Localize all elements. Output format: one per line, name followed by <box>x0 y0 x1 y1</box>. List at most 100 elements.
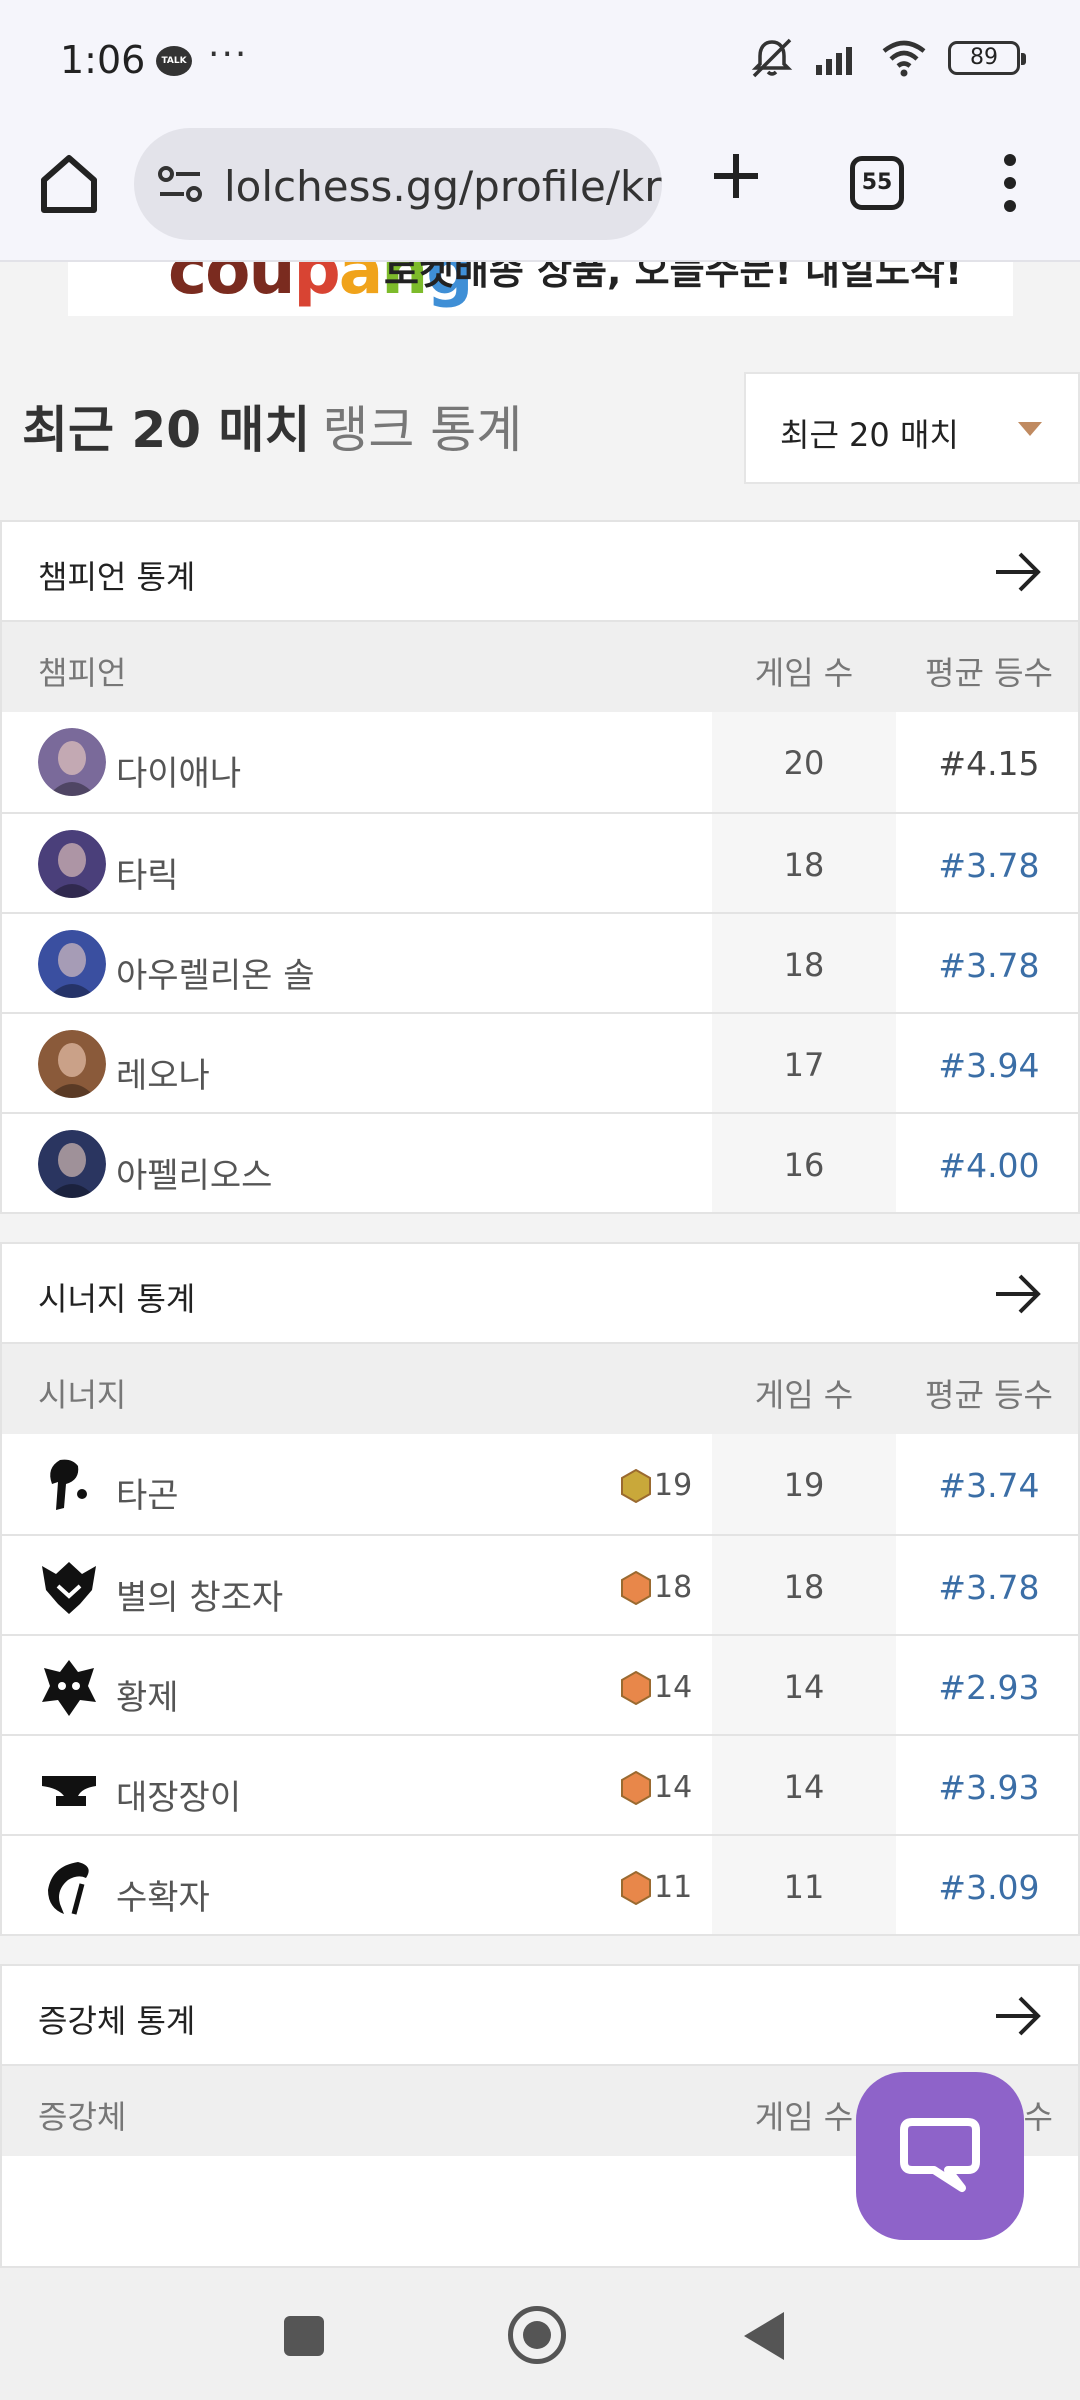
champion-stats-section: 챔피언 통계 챔피언 게임 수 평균 등수 다이애나 20 #4.15 타릭 18 #3.… <box>0 520 1080 1214</box>
address-bar[interactable]: lolchess.gg/profile/kr <box>134 128 662 240</box>
arrow-right-icon[interactable] <box>994 550 1042 594</box>
table-row[interactable]: 별의 창조자 18 18 #3.78 <box>2 1534 1078 1634</box>
games-count: 20 <box>783 744 825 782</box>
games-count: 17 <box>783 1046 825 1084</box>
chat-button[interactable] <box>856 2072 1024 2240</box>
hexagon-icon <box>621 1870 651 1905</box>
chat-bubble-icon <box>900 2118 980 2192</box>
clock: 1:06 <box>60 38 146 82</box>
arrow-right-icon[interactable] <box>994 1272 1042 1316</box>
trait-tier-badge: 14 <box>620 1670 692 1705</box>
tier-count: 11 <box>654 1870 693 1905</box>
site-settings-icon[interactable] <box>156 164 204 204</box>
games-count: 18 <box>783 946 825 984</box>
table-row[interactable]: 아펠리오스 16 #4.00 <box>2 1112 1078 1212</box>
back-button[interactable] <box>744 2312 784 2360</box>
table-row[interactable]: 아우렐리온 솔 18 #3.78 <box>2 912 1078 1012</box>
recents-button[interactable] <box>284 2316 324 2356</box>
avg-placement: #3.93 <box>938 1768 1040 1807</box>
games-count: 11 <box>783 1868 825 1906</box>
section-title: 증강체 통계 <box>38 2002 196 2040</box>
mute-icon <box>751 38 793 78</box>
trait-name: 대장장이 <box>116 1778 242 1818</box>
reaper-icon <box>48 1862 89 1915</box>
table-row[interactable]: 타릭 18 #3.78 <box>2 812 1078 912</box>
champion-avatar <box>38 728 106 796</box>
avg-placement: #3.78 <box>938 846 1040 885</box>
col-avg: 평균 등수 <box>925 1376 1053 1414</box>
table-row[interactable]: 수확자 11 11 #3.09 <box>2 1834 1078 1934</box>
title-sub: 랭크 통계 <box>322 401 523 459</box>
table-header: 시너지 게임 수 평균 등수 <box>2 1344 1078 1434</box>
col-games: 게임 수 <box>754 1376 854 1414</box>
tier-count: 14 <box>654 1770 693 1805</box>
champion-name: 레오나 <box>116 1056 210 1096</box>
champion-name: 다이애나 <box>116 754 242 794</box>
avg-placement: #4.00 <box>938 1146 1040 1185</box>
table-row[interactable]: 레오나 17 #3.94 <box>2 1012 1078 1112</box>
champion-name: 타릭 <box>116 856 179 896</box>
col-avg: 평균 등수 <box>925 654 1053 692</box>
wifi-icon <box>882 40 926 77</box>
tab-switcher-button[interactable]: 55 <box>850 156 904 210</box>
trait-stats-header[interactable]: 시너지 통계 <box>2 1244 1078 1344</box>
ad-banner[interactable]: coupang 로켓배송 상품, 오늘주문! 내일도착! <box>68 262 1013 316</box>
champion-stats-header[interactable]: 챔피언 통계 <box>2 522 1078 622</box>
home-button[interactable] <box>508 2306 566 2364</box>
arrow-right-icon[interactable] <box>994 1994 1042 2038</box>
match-range-dropdown[interactable]: 최근 20 매치 <box>744 372 1080 484</box>
emperor-icon <box>42 1660 96 1716</box>
section-title: 시너지 통계 <box>38 1280 196 1318</box>
targon-icon <box>50 1459 87 1510</box>
starforger-icon <box>42 1562 96 1614</box>
dropdown-value: 최근 20 매치 <box>780 416 959 454</box>
table-row[interactable]: 타곤 19 19 #3.74 <box>2 1434 1078 1534</box>
col-name: 증강체 <box>38 2098 127 2136</box>
col-name: 시너지 <box>38 1376 127 1414</box>
trait-tier-badge: 11 <box>620 1870 692 1905</box>
browser-toolbar: lolchess.gg/profile/kr 55 <box>0 120 1080 262</box>
hexagon-icon <box>621 1570 651 1605</box>
trait-name: 별의 창조자 <box>116 1578 284 1618</box>
tier-count: 14 <box>654 1670 693 1705</box>
battery-indicator: 89 <box>948 41 1026 75</box>
avg-placement: #3.09 <box>938 1868 1040 1907</box>
trait-tier-badge: 19 <box>620 1468 692 1503</box>
games-count: 14 <box>783 1668 825 1706</box>
table-row[interactable]: 황제 14 14 #2.93 <box>2 1634 1078 1734</box>
champion-avatar <box>38 1130 106 1198</box>
col-games: 게임 수 <box>754 654 854 692</box>
hexagon-icon <box>621 1670 651 1705</box>
augment-stats-header[interactable]: 증강체 통계 <box>2 1966 1078 2066</box>
system-nav-bar <box>0 2268 1080 2400</box>
page-title: 최근 20 매치 랭크 통계 <box>22 390 522 462</box>
champion-name: 아우렐리온 솔 <box>116 956 315 996</box>
avg-placement: #4.15 <box>938 744 1040 783</box>
status-bar: 1:06 TALK ··· 89 <box>0 0 1080 120</box>
avg-placement: #3.74 <box>938 1466 1040 1505</box>
section-title: 챔피언 통계 <box>38 558 196 596</box>
overflow-menu-icon[interactable] <box>990 152 1030 214</box>
trait-name: 황제 <box>116 1678 179 1718</box>
table-header: 챔피언 게임 수 평균 등수 <box>2 622 1078 712</box>
games-count: 16 <box>783 1146 825 1184</box>
signal-icon <box>816 47 852 75</box>
avg-placement: #3.78 <box>938 1568 1040 1607</box>
hexagon-icon <box>621 1770 651 1805</box>
table-row[interactable]: 다이애나 20 #4.15 <box>2 712 1078 812</box>
avg-placement: #2.93 <box>938 1668 1040 1707</box>
col-name: 챔피언 <box>38 654 127 692</box>
kakaotalk-icon: TALK <box>156 46 192 76</box>
url-text: lolchess.gg/profile/kr <box>224 162 662 211</box>
status-icons: 89 <box>750 38 1026 78</box>
new-tab-icon[interactable] <box>706 146 766 206</box>
tier-count: 18 <box>654 1570 693 1605</box>
blacksmith-icon <box>42 1776 96 1806</box>
games-count: 14 <box>783 1768 825 1806</box>
title-main: 최근 20 매치 <box>22 401 311 459</box>
games-count: 18 <box>783 1568 825 1606</box>
home-icon[interactable] <box>36 150 102 216</box>
ad-text: 로켓배송 상품, 오늘주문! 내일도착! <box>384 262 963 293</box>
hexagon-icon <box>621 1468 651 1503</box>
table-row[interactable]: 대장장이 14 14 #3.93 <box>2 1734 1078 1834</box>
